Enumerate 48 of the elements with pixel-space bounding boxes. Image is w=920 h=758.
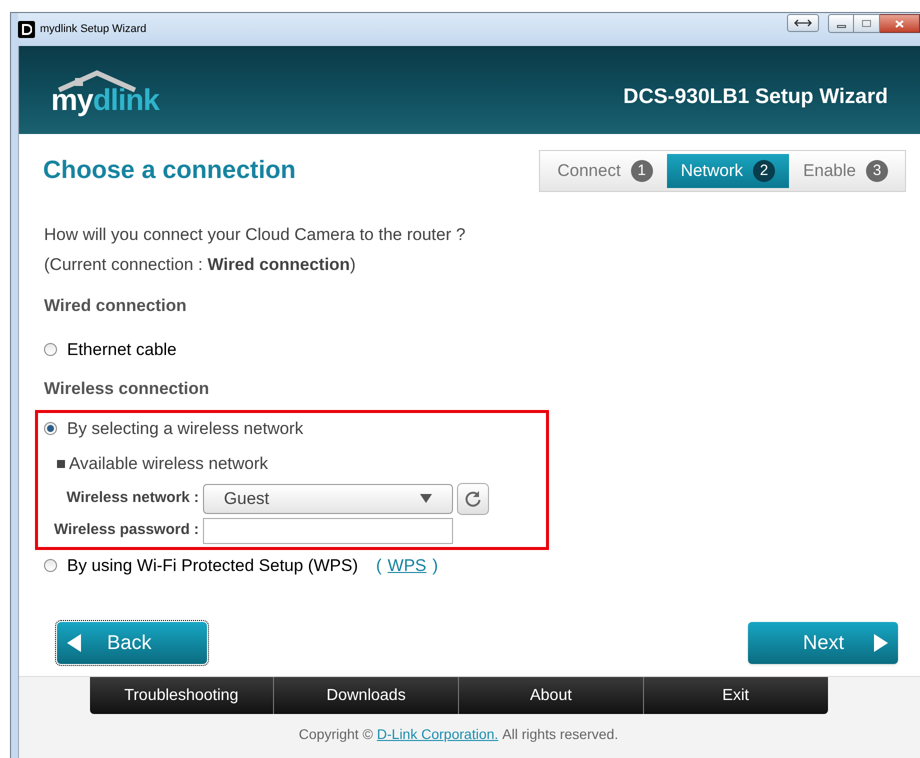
close-button[interactable] (880, 14, 920, 33)
step-number: 1 (630, 160, 653, 182)
network-dropdown[interactable]: Guest (202, 484, 453, 514)
option-label: Ethernet cable (67, 338, 177, 360)
page-heading: Choose a connection (43, 155, 296, 186)
step-number: 2 (753, 160, 776, 182)
resize-button[interactable] (787, 14, 819, 32)
wps-link[interactable]: WPS (388, 552, 426, 578)
step-label: Enable 3 (789, 154, 902, 188)
current-connection-text: (Current connection : Wired connection) (44, 254, 357, 276)
bullet-icon (57, 460, 65, 468)
left-arrow-icon (67, 634, 81, 652)
copyright-text: All rights reserved. (502, 725, 618, 744)
double-arrow-icon (794, 19, 812, 27)
section-heading: Wired connection (44, 295, 188, 317)
bracket-text: ) (432, 554, 438, 576)
refresh-button[interactable] (456, 482, 489, 514)
field-label: Wireless network : (66, 488, 199, 508)
window-title: mydlink Setup Wizard (40, 22, 146, 38)
app-icon (18, 21, 35, 38)
footer-menu-item[interactable]: Exit (642, 677, 828, 714)
password-field[interactable] (202, 518, 453, 544)
dropdown-arrow-icon (420, 494, 432, 503)
wizard-title: DCS-930LB1 Setup Wizard (623, 84, 888, 110)
next-button[interactable]: Next (748, 622, 898, 664)
question-text: How will you connect your Cloud Camera to the router ? (44, 224, 466, 246)
option-label: By using Wi-Fi Protected Setup (WPS) (67, 554, 358, 576)
radio-button[interactable] (44, 422, 57, 435)
right-arrow-icon (874, 634, 888, 652)
bracket-text: ( (376, 554, 382, 576)
step-number: 3 (866, 160, 888, 182)
subsection-heading: Available wireless network (69, 453, 268, 475)
mydlink-logo: mydlink (51, 64, 160, 116)
section-heading: Wireless connection (44, 378, 210, 400)
step-label: Connect 1 (543, 154, 667, 188)
close-icon (895, 20, 904, 28)
field-label: Wireless password : (54, 520, 199, 540)
radio-button[interactable] (44, 342, 57, 356)
footer-menu-item[interactable]: Troubleshooting (90, 677, 274, 714)
option-label: By selecting a wireless network (67, 418, 304, 440)
refresh-icon (464, 490, 482, 508)
minimize-button[interactable] (828, 14, 854, 33)
copyright-text: Copyright © (298, 725, 373, 744)
back-button[interactable]: Back (57, 622, 207, 664)
radio-button[interactable] (44, 558, 57, 572)
footer-menu-item[interactable]: About (458, 677, 643, 714)
footer-menu-item[interactable]: Downloads (273, 677, 458, 714)
maximize-button[interactable] (854, 14, 880, 33)
